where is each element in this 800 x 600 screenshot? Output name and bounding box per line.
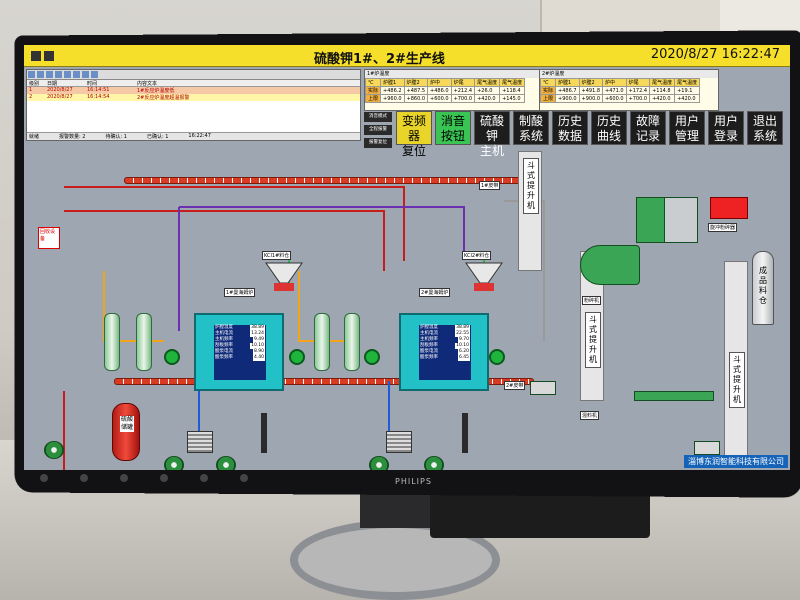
heat-exchanger-icon	[187, 431, 213, 453]
toolbar-icon[interactable]	[82, 71, 89, 78]
furnace1-temp-table: 1#炉温度 ℃ 炉膛1 炉膛2 炉中 炉尾 尾气温度 尾气温度 实际 +486.2 +487.5…	[364, 69, 542, 111]
kcl1-label: KCl1#料仓	[262, 251, 292, 260]
alarm-row[interactable]: 1 2020/8/27 16:14:51 1#反应炉温度低	[27, 87, 360, 94]
alarm-toolbar[interactable]	[27, 70, 360, 80]
silence-button[interactable]: 消音 按钮	[435, 111, 471, 145]
acid-pump-icon[interactable]	[44, 441, 64, 459]
chimney-icon	[462, 413, 468, 453]
bucket-elevator-1[interactable]: 斗式提升机	[518, 151, 542, 271]
datetime-display: 2020/8/27 16:22:47	[650, 47, 780, 62]
toolbar-icon[interactable]	[73, 71, 80, 78]
furnace-2-title: 2#曼海姆炉	[419, 288, 451, 297]
cyclone-separator[interactable]	[636, 197, 666, 243]
pump-status-icon[interactable]	[164, 349, 180, 365]
furnace-2[interactable]: 炉膛温度 38.89 主机电流 22.55 主机频率 9.70 刮板频率 10.10 酸…	[399, 313, 489, 391]
mixer-belt[interactable]	[634, 391, 714, 401]
belt1-label: 1#皮带	[479, 181, 501, 190]
fan-icon[interactable]	[424, 456, 444, 470]
furnace-1[interactable]: 炉膛温度 38.89 主机电流 13.24 主机频率 9.49 刮板频率 10.10 酸…	[194, 313, 284, 391]
hopper-icon	[465, 262, 503, 291]
user-management-button[interactable]: 用户 管理	[669, 111, 705, 145]
heat-exchanger-icon	[386, 431, 412, 453]
inverter-reset-button[interactable]: 变频器 复位	[396, 111, 432, 158]
scrubber-tank-icon	[104, 313, 120, 371]
motor-icon[interactable]	[694, 441, 720, 455]
alarm-row[interactable]: 2 2020/8/27 16:14:54 2#反应炉温度超温报警	[27, 94, 360, 101]
alarm-col-time: 时间	[87, 81, 98, 86]
monitor-brand-logo: PHILIPS	[395, 477, 432, 486]
chimney-icon	[261, 413, 267, 453]
furnace2-temp-table: 2#炉温度 ℃ 炉膛1 炉膛2 炉中 炉尾 尾气温度 尾气温度 实际 +486.7 +491.8…	[539, 69, 719, 111]
alarm-col-level: 级别	[29, 81, 40, 86]
pump-status-icon[interactable]	[289, 349, 305, 365]
main-nav-buttons[interactable]: 变频器 复位 消音 按钮 硫酸钾 主机 制酸 系统 历史 数据 历史 曲线 故障…	[396, 111, 783, 158]
furnace-1-title: 1#曼海姆炉	[224, 288, 256, 297]
toolbar-icon[interactable]	[46, 71, 53, 78]
alarm-status-bar: 就绪 报警数量: 2 待确认: 1 已确认: 1 16:22:47	[27, 132, 360, 140]
history-data-button[interactable]: 历史 数据	[552, 111, 588, 145]
hopper-icon	[265, 262, 303, 291]
control-box-label: 回收设备	[38, 227, 60, 249]
belt2-label: 2#皮带	[504, 381, 526, 390]
motor-icon[interactable]	[530, 381, 556, 395]
hmi-screen: 硫酸钾1#、2#生产线 2020/8/27 16:22:47 级别 日期 时间 …	[24, 45, 790, 470]
bucket-elevator-3[interactable]: 斗式提升机	[724, 261, 748, 461]
company-banner: 淄博东润智能科技有限公司	[684, 455, 788, 468]
toolbar-icon[interactable]	[28, 71, 35, 78]
toolbar-icon[interactable]	[55, 71, 62, 78]
fan-icon[interactable]	[369, 456, 389, 470]
furnace-2-readout: 炉膛温度 38.89 主机电流 22.55 主机频率 9.70 刮板频率 10.10 酸…	[419, 325, 471, 380]
exit-system-button[interactable]: 退出 系统	[747, 111, 783, 145]
user-login-button[interactable]: 用户 登录	[708, 111, 744, 145]
furnace-1-readout: 炉膛温度 38.89 主机电流 13.24 主机频率 9.49 刮板频率 10.10 酸…	[214, 325, 266, 380]
product-silo[interactable]: 成品料仓	[752, 251, 774, 325]
bag-filter[interactable]	[664, 197, 698, 243]
acid-system-button[interactable]: 制酸 系统	[513, 111, 549, 145]
toolbar-icon[interactable]	[64, 71, 71, 78]
title-bar: 硫酸钾1#、2#生产线 2020/8/27 16:22:47	[24, 45, 790, 67]
crusher-machine[interactable]	[580, 245, 640, 285]
alarm-header: 级别 日期 时间 内容文本	[27, 80, 360, 87]
process-diagram: 回收设备 炉膛温度 38.89 主机电流 13.24 主机频率 9.49 刮板频率 10…	[24, 141, 790, 470]
toolbar-icon[interactable]	[37, 71, 44, 78]
fan-icon[interactable]	[216, 456, 236, 470]
kcl2-label: KCl2#料仓	[462, 251, 492, 260]
alarm-log-panel[interactable]: 级别 日期 时间 内容文本 1 2020/8/27 16:14:51 1#反应炉温度低…	[26, 69, 361, 141]
mixer-label: 混料机	[580, 411, 600, 420]
monitor-buttons[interactable]	[40, 474, 248, 482]
pump-status-icon[interactable]	[364, 349, 380, 365]
sulfuric-acid-tank[interactable]: 硫酸储罐	[112, 403, 140, 461]
toolbar-icon[interactable]	[91, 71, 98, 78]
global-alarm-button[interactable]: 全程报警	[364, 125, 392, 135]
potassium-sulfate-main-button[interactable]: 硫酸钾 主机	[474, 111, 510, 158]
feeder-label: 旋冲粉碎器	[708, 223, 738, 232]
crusher-label: 粉碎机	[582, 296, 602, 305]
page-title: 硫酸钾1#、2#生产线	[314, 52, 445, 67]
alarm-col-date: 日期	[47, 81, 58, 86]
alarm-col-text: 内容文本	[137, 81, 158, 86]
silence-mode-button[interactable]: 消音模式	[364, 112, 392, 122]
fan-icon[interactable]	[164, 456, 184, 470]
scrubber-tank-icon	[136, 313, 152, 371]
window-controls-icon[interactable]	[30, 49, 70, 63]
scrubber-tank-icon	[344, 313, 360, 371]
feeder-box[interactable]	[710, 197, 748, 219]
scrubber-tank-icon	[314, 313, 330, 371]
fault-record-button[interactable]: 故障 记录	[630, 111, 666, 145]
pump-status-icon[interactable]	[489, 349, 505, 365]
history-curve-button[interactable]: 历史 曲线	[591, 111, 627, 145]
